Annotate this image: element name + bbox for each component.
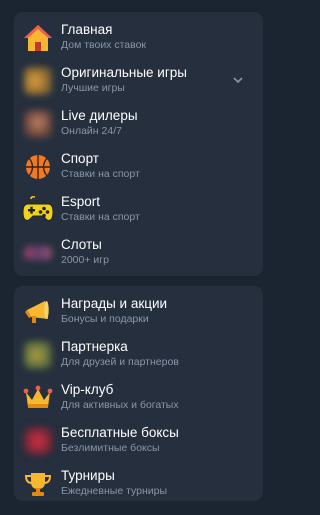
menu-item-title: Турниры: [61, 468, 115, 483]
menu-item-subtitle: Бонусы и подарки: [61, 313, 149, 325]
menu-item-title: Бесплатные боксы: [61, 425, 179, 440]
menu-item-subtitle: Для друзей и партнеров: [61, 356, 179, 368]
menu-item-slots[interactable]: Слоты 2000+ игр: [14, 233, 263, 275]
main-menu-card: Главная Дом твоих ставок Оригинальные иг…: [14, 12, 263, 276]
menu-item-subtitle: Ставки на спорт: [61, 168, 140, 180]
menu-item-title: Оригинальные игры: [61, 65, 187, 80]
menu-item-home[interactable]: Главная Дом твоих ставок: [14, 18, 263, 60]
gamepad-icon: [22, 194, 54, 226]
original-games-icon: [22, 65, 54, 97]
trophy-icon: [22, 468, 54, 500]
menu-item-original-games[interactable]: Оригинальные игры Лучшие игры: [14, 61, 263, 103]
menu-item-subtitle: Ежедневные турниры: [61, 485, 168, 497]
menu-item-esport[interactable]: Esport Ставки на спорт: [14, 190, 263, 232]
menu-item-title: Слоты: [61, 237, 102, 252]
menu-item-vip-club[interactable]: Vip-клуб Для активных и богатых: [14, 378, 263, 420]
live-dealers-icon: [22, 108, 54, 140]
menu-item-subtitle: Безлимитные боксы: [61, 442, 160, 454]
megaphone-icon: [22, 296, 54, 328]
menu-item-tournaments[interactable]: Турниры Ежедневные турниры: [14, 464, 263, 506]
basketball-icon: [22, 151, 54, 183]
menu-item-title: Live дилеры: [61, 108, 138, 123]
home-icon: [22, 22, 54, 54]
menu-item-live-dealers[interactable]: Live дилеры Онлайн 24/7: [14, 104, 263, 146]
menu-item-subtitle: 2000+ игр: [61, 254, 109, 266]
menu-item-subtitle: Онлайн 24/7: [61, 125, 122, 137]
slots-icon: [22, 237, 54, 269]
menu-item-free-boxes[interactable]: Бесплатные боксы Безлимитные боксы: [14, 421, 263, 463]
menu-item-title: Спорт: [61, 151, 99, 166]
partner-icon: [22, 339, 54, 371]
crown-icon: [22, 382, 54, 414]
menu-item-title: Партнерка: [61, 339, 128, 354]
menu-item-partner[interactable]: Партнерка Для друзей и партнеров: [14, 335, 263, 377]
menu-item-title: Главная: [61, 22, 113, 37]
menu-item-rewards[interactable]: Награды и акции Бонусы и подарки: [14, 292, 263, 334]
menu-item-subtitle: Дом твоих ставок: [61, 39, 147, 51]
menu-item-subtitle: Ставки на спорт: [61, 211, 140, 223]
chevron-down-icon[interactable]: [231, 73, 245, 87]
menu-item-title: Награды и акции: [61, 296, 168, 311]
menu-item-sport[interactable]: Спорт Ставки на спорт: [14, 147, 263, 189]
extra-menu-card: Награды и акции Бонусы и подарки Партнер…: [14, 286, 263, 501]
menu-item-subtitle: Лучшие игры: [61, 82, 125, 94]
menu-item-subtitle: Для активных и богатых: [61, 399, 179, 411]
menu-item-title: Esport: [61, 194, 101, 209]
gift-box-icon: [22, 425, 54, 457]
menu-item-title: Vip-клуб: [61, 382, 114, 397]
